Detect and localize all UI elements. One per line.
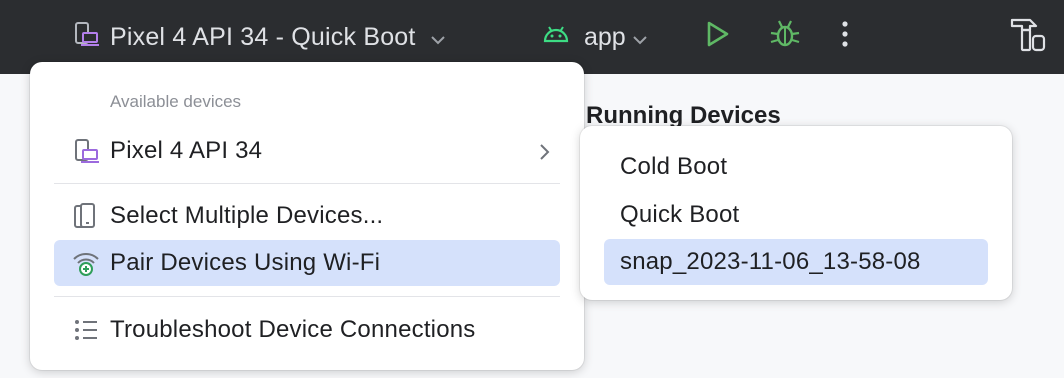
multiple-devices-icon	[70, 200, 102, 232]
section-header-available-devices: Available devices	[110, 92, 242, 111]
device-icon	[70, 135, 102, 167]
device-selector-label: Pixel 4 API 34 - Quick Boot	[110, 22, 416, 51]
menu-item-select-multiple-devices[interactable]: Select Multiple Devices...	[54, 193, 560, 239]
menu-item-label: Pixel 4 API 34	[110, 137, 263, 164]
run-config-label: app	[584, 22, 626, 51]
chevron-down-icon	[632, 23, 648, 52]
menu-item-label: Troubleshoot Device Connections	[110, 316, 476, 343]
submenu-item-label: Quick Boot	[620, 201, 740, 228]
submenu-item-snapshot[interactable]: snap_2023-11-06_13-58-08	[604, 239, 988, 285]
run-button[interactable]	[702, 0, 732, 74]
submenu-item-label: Cold Boot	[620, 153, 728, 180]
boot-options-submenu: Cold Boot Quick Boot snap_2023-11-06_13-…	[580, 126, 1012, 300]
debug-icon	[768, 17, 802, 58]
more-vertical-icon	[840, 19, 850, 56]
menu-item-label: Select Multiple Devices...	[110, 202, 384, 229]
submenu-item-cold-boot[interactable]: Cold Boot	[604, 144, 988, 190]
menu-item-pair-devices-wifi[interactable]: Pair Devices Using Wi-Fi	[54, 240, 560, 286]
wifi-pair-icon	[70, 247, 102, 279]
troubleshoot-list-icon	[70, 314, 102, 346]
menu-item-label: Pair Devices Using Wi-Fi	[110, 249, 381, 276]
run-icon	[702, 19, 732, 56]
android-icon	[542, 23, 570, 52]
debug-button[interactable]	[768, 0, 802, 74]
device-dropdown-menu: Available devices Pixel 4 API 34 Select …	[30, 62, 584, 370]
chevron-right-icon	[538, 141, 550, 169]
submenu-item-label: snap_2023-11-06_13-58-08	[620, 248, 921, 275]
build-hammer-icon	[1008, 14, 1048, 61]
menu-item-troubleshoot-connections[interactable]: Troubleshoot Device Connections	[54, 307, 560, 353]
device-icon	[72, 20, 100, 55]
submenu-item-quick-boot[interactable]: Quick Boot	[604, 192, 988, 238]
menu-item-pixel-4-api-34[interactable]: Pixel 4 API 34	[54, 128, 560, 174]
menu-divider	[54, 296, 560, 297]
more-options-button[interactable]	[840, 0, 850, 74]
menu-divider	[54, 183, 560, 184]
chevron-down-icon	[430, 23, 446, 52]
build-button[interactable]	[1008, 0, 1048, 74]
